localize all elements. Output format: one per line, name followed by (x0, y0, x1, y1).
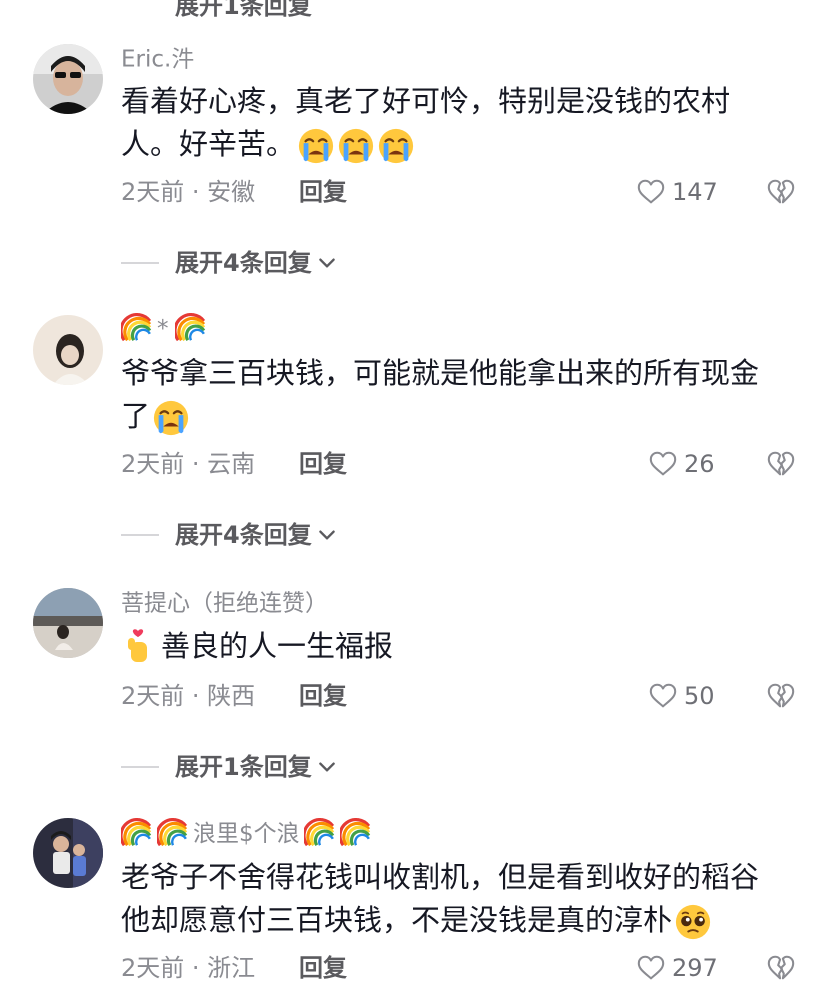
rainbow-icon (121, 818, 153, 850)
reply-button[interactable]: 回复 (299, 177, 347, 207)
avatar[interactable] (33, 818, 103, 888)
divider (121, 262, 159, 264)
expand-replies-button[interactable]: 展开4条回复 (121, 248, 338, 278)
comment-text: 爷爷拿三百块钱，可能就是他能拿出来的所有现金 了 (121, 352, 801, 438)
like-count: 50 (684, 682, 715, 710)
chevron-down-icon (316, 252, 338, 274)
reply-button[interactable]: 回复 (299, 953, 347, 983)
expand-replies-button[interactable]: 展开4条回复 (121, 520, 338, 550)
like-button[interactable]: 26 (648, 449, 715, 479)
rainbow-icon (175, 313, 207, 345)
reply-button[interactable]: 回复 (299, 681, 347, 711)
rainbow-icon (157, 818, 189, 850)
broken-heart-outline-icon (766, 449, 796, 479)
like-count: 26 (684, 450, 715, 478)
pleading-face-icon (674, 903, 712, 941)
heart-outline-icon (648, 681, 678, 711)
heart-outline-icon (636, 177, 666, 207)
chevron-down-icon (316, 524, 338, 546)
chevron-down-icon (316, 756, 338, 778)
comment-text: 善良的人一生福报 (121, 625, 801, 668)
avatar[interactable] (33, 315, 103, 385)
like-button[interactable]: 147 (636, 177, 718, 207)
time-location: 2天前 · 云南 (121, 450, 256, 478)
rainbow-icon (304, 818, 336, 850)
crying-face-icon (377, 127, 415, 165)
like-button[interactable]: 50 (648, 681, 715, 711)
broken-heart-outline-icon (766, 177, 796, 207)
username[interactable]: * (121, 313, 211, 345)
like-count: 147 (672, 178, 718, 206)
dislike-button[interactable] (766, 449, 796, 483)
heart-outline-icon (636, 953, 666, 983)
dislike-button[interactable] (766, 681, 796, 715)
username[interactable]: 浪里$个浪 (121, 818, 376, 850)
broken-heart-outline-icon (766, 953, 796, 983)
time-location: 2天前 · 陕西 (121, 682, 256, 710)
time-location: 2天前 · 浙江 (121, 954, 256, 982)
avatar[interactable] (33, 44, 103, 114)
comment-text: 老爷子不舍得花钱叫收割机，但是看到收好的稻谷 他却愿意付三百块钱，不是没钱是真的… (121, 856, 801, 942)
comment-text: 看着好心疼，真老了好可怜，特别是没钱的农村 人。好辛苦。 (121, 80, 801, 166)
expand-replies-partial[interactable]: 展开1条回复 (175, 0, 312, 21)
reply-button[interactable]: 回复 (299, 449, 347, 479)
rainbow-icon (121, 313, 153, 345)
divider (121, 766, 159, 768)
rainbow-icon (340, 818, 372, 850)
crying-face-icon (337, 127, 375, 165)
divider (121, 534, 159, 536)
finger-heart-icon (128, 629, 147, 662)
crying-face-icon (297, 127, 335, 165)
crying-face-icon (152, 399, 190, 437)
expand-replies-button[interactable]: 展开1条回复 (121, 752, 338, 782)
dislike-button[interactable] (766, 177, 796, 211)
like-count: 297 (672, 954, 718, 982)
heart-outline-icon (648, 449, 678, 479)
username[interactable]: Eric.汼 (121, 44, 194, 75)
time-location: 2天前 · 安徽 (121, 178, 256, 206)
dislike-button[interactable] (766, 953, 796, 987)
broken-heart-outline-icon (766, 681, 796, 711)
username[interactable]: 菩提心（拒绝连赞） (121, 588, 328, 619)
avatar[interactable] (33, 588, 103, 658)
like-button[interactable]: 297 (636, 953, 718, 983)
